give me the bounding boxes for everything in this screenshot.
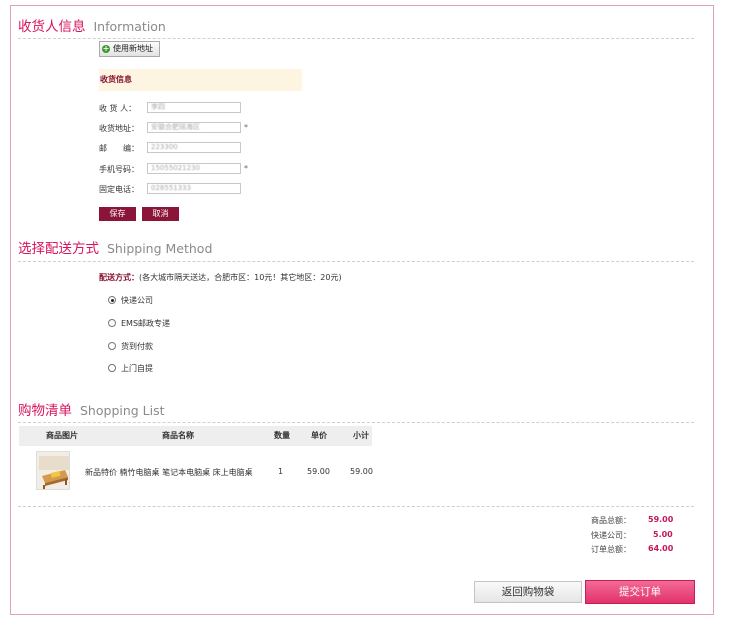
save-button[interactable]: 保存 (99, 207, 136, 221)
receiver-name-value: 李四 (151, 103, 165, 111)
shopping-section-title: 购物清单 Shopping List (18, 399, 165, 419)
section-title-cn: 购物清单 (18, 403, 72, 419)
summary-order-total-value: 64.00 (648, 544, 674, 553)
section-divider (18, 38, 694, 39)
radio-icon[interactable] (108, 319, 116, 327)
column-header-qty: 数量 (274, 431, 290, 440)
summary-label: 订单总额： (591, 545, 631, 554)
use-new-address-label: 使用新地址 (113, 44, 153, 53)
shipping-method-label: 配送方式： (99, 273, 139, 282)
product-name[interactable]: 新品特价 楠竹电脑桌 笔记本电脑桌 床上电脑桌 (85, 467, 253, 478)
product-price: 59.00 (307, 467, 330, 476)
desk-product-image (37, 452, 69, 489)
shipping-method-line: 配送方式：(各大城市隔天送达，合肥市区：10元！其它地区：20元) (99, 272, 342, 283)
receiver-name-label: 收 货 人： (99, 104, 137, 113)
shopping-table-header: 商品图片 商品名称 数量 单价 小计 (19, 426, 372, 446)
address-value: 安徽合肥瑶海区 (151, 123, 200, 131)
section-title-en: Shopping List (80, 403, 165, 418)
radio-icon[interactable] (108, 364, 116, 372)
section-divider (18, 261, 694, 262)
summary-label: 商品总额： (591, 516, 631, 525)
submit-order-button[interactable]: 提交订单 (585, 580, 695, 604)
product-thumbnail[interactable] (36, 451, 70, 490)
phone-field[interactable]: 028551333 (147, 183, 241, 194)
product-qty: 1 (278, 467, 284, 476)
mobile-label: 手机号码： (99, 165, 139, 174)
section-title-cn: 选择配送方式 (18, 241, 99, 257)
product-subtotal: 59.00 (350, 467, 373, 476)
shipping-section-title: 选择配送方式 Shipping Method (18, 237, 212, 257)
summary-order-total: 订单总额： (591, 544, 631, 555)
plus-icon: + (102, 44, 110, 53)
column-header-subtotal: 小计 (353, 431, 369, 440)
postcode-field[interactable]: 223300 (147, 142, 241, 153)
address-field[interactable]: 安徽合肥瑶海区 (147, 122, 241, 133)
section-title-cn: 收货人信息 (18, 19, 86, 35)
receiver-form-heading: 收货信息 (99, 69, 302, 91)
cancel-button[interactable]: 取消 (142, 207, 179, 221)
radio-selected-icon[interactable] (108, 296, 116, 304)
column-header-price: 单价 (311, 431, 327, 440)
back-to-cart-button[interactable]: 返回购物袋 (474, 581, 582, 603)
shipping-option-label: EMS邮政专递 (121, 319, 171, 328)
mobile-required-mark: * (244, 164, 248, 173)
shipping-option-label: 上门自提 (121, 364, 153, 373)
use-new-address-button[interactable]: + 使用新地址 (99, 41, 160, 57)
section-title-en: Information (93, 19, 166, 34)
address-label: 收货地址： (99, 124, 139, 133)
summary-shipping-fee: 快递公司： (591, 530, 631, 541)
summary-shipping-fee-value: 5.00 (653, 530, 673, 539)
mobile-value: 15055021230 (151, 164, 200, 172)
summary-goods-total: 商品总额： (591, 515, 631, 526)
section-divider (18, 422, 694, 423)
postcode-value: 223300 (151, 143, 178, 151)
column-header-name: 商品名称 (162, 431, 194, 440)
section-divider (18, 506, 694, 507)
section-title-en: Shipping Method (107, 241, 213, 256)
summary-label: 快递公司： (591, 531, 631, 540)
phone-label: 固定电话： (99, 185, 139, 194)
shipping-note: (各大城市隔天送达，合肥市区：10元！其它地区：20元) (139, 273, 342, 282)
phone-value: 028551333 (151, 184, 192, 192)
mobile-field[interactable]: 15055021230 (147, 163, 241, 174)
receiver-section-title: 收货人信息 Information (18, 15, 166, 35)
column-header-image: 商品图片 (46, 431, 78, 440)
postcode-label: 邮 编： (99, 144, 139, 153)
shipping-option-label: 快递公司 (121, 296, 153, 305)
address-required-mark: * (244, 123, 248, 132)
summary-goods-total-value: 59.00 (648, 515, 674, 524)
shipping-option-label: 货到付款 (121, 342, 153, 351)
radio-icon[interactable] (108, 342, 116, 350)
receiver-name-field[interactable]: 李四 (147, 102, 241, 113)
